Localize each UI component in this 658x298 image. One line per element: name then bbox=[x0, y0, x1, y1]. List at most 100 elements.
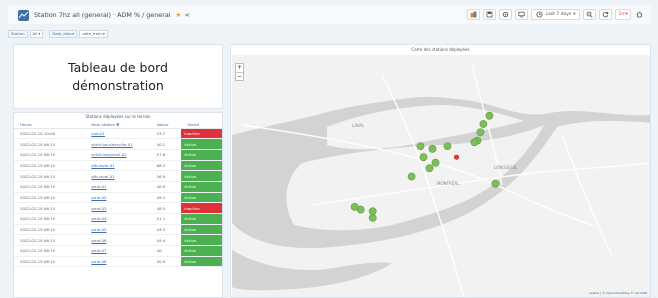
cell-station-link[interactable]: pmb-02 bbox=[85, 192, 151, 204]
cell-time: 2022-02-19 06:15 bbox=[14, 202, 86, 214]
map-canvas[interactable]: LAVAL MONTRÉAL LONGUEUIL bbox=[232, 55, 651, 298]
star-icon[interactable]: ★ bbox=[176, 12, 182, 19]
cell-time: 2022-02-19 06:15 bbox=[14, 245, 86, 257]
cell-value: 40.1 bbox=[150, 138, 182, 150]
cell-station-link[interactable]: pfb-laval-01 bbox=[85, 160, 151, 172]
column-header-station[interactable]: Nom station ▼ bbox=[85, 121, 151, 129]
table-row: 2022-02-19 06:15 sirb9-longueuil-01 57.6 Ac… bbox=[14, 149, 222, 161]
stations-table-panel: Stations déployées sur le terrain Heure … bbox=[13, 112, 223, 298]
cell-station-link[interactable]: pfb-laval-01 bbox=[85, 170, 151, 182]
station-marker-active[interactable] bbox=[419, 153, 428, 162]
cell-station-link[interactable]: sirb9-boucherville-01 bbox=[85, 138, 151, 150]
station-marker-active[interactable] bbox=[407, 172, 416, 181]
station-marker-active[interactable] bbox=[476, 128, 485, 137]
cell-value: 53.7 bbox=[150, 128, 182, 140]
station-marker-active[interactable] bbox=[470, 138, 479, 147]
station-marker-active[interactable] bbox=[368, 213, 377, 222]
zoom-in-button[interactable]: + bbox=[236, 64, 243, 72]
time-range-label: Last 7 days bbox=[545, 12, 572, 17]
cell-status: Active bbox=[181, 245, 222, 257]
dashboard-header: Station 7hz all (general) · ADM % / gene… bbox=[8, 6, 651, 24]
zoom-out-button[interactable]: − bbox=[236, 72, 243, 80]
cell-value: 49.4 bbox=[150, 234, 182, 247]
variable-select-date[interactable]: date_from ▾ bbox=[79, 29, 108, 38]
cell-station-link[interactable]: pmb-08 bbox=[85, 256, 151, 268]
panel-title[interactable]: Carte des stations déployées bbox=[231, 47, 650, 52]
cell-status: Active bbox=[181, 160, 222, 172]
cell-station-link[interactable]: pmb-06 bbox=[85, 234, 151, 247]
refresh-interval-picker[interactable]: 1m ▾ bbox=[615, 9, 631, 20]
stations-table: Heure Nom station ▼ Valeur Statut 2022-0… bbox=[14, 121, 222, 268]
station-marker-active[interactable] bbox=[443, 142, 452, 150]
refresh-button[interactable] bbox=[599, 9, 613, 20]
cell-station-link[interactable]: pmb-07 bbox=[85, 245, 151, 257]
station-marker-active[interactable] bbox=[479, 120, 488, 128]
dashboard-title[interactable]: Station 7hz all (general) · ADM % / gene… bbox=[34, 11, 171, 19]
station-marker-active[interactable] bbox=[431, 158, 440, 167]
cell-status: Active bbox=[181, 170, 222, 182]
station-marker-active[interactable] bbox=[416, 142, 425, 150]
cell-value: 66.2 bbox=[150, 160, 182, 172]
table-row: 2022-02-19 06:15 sirb9-boucherville-01 40.… bbox=[14, 138, 222, 150]
chevron-down-icon: ▾ bbox=[625, 12, 628, 17]
station-marker-active[interactable] bbox=[428, 145, 437, 153]
table-row: 2022-02-19 06:15 pmb-08 50.9 Active bbox=[14, 256, 222, 268]
cell-station-link[interactable]: pxb-01 bbox=[85, 128, 151, 140]
cell-time: 2022-02-19 06:15 bbox=[14, 192, 86, 204]
cell-time: 2022-02-19 06:15 bbox=[14, 213, 86, 225]
clock-icon bbox=[536, 11, 543, 18]
column-header-value[interactable]: Valeur bbox=[150, 121, 182, 129]
cell-value: 40 bbox=[150, 245, 182, 257]
tv-mode-button[interactable] bbox=[515, 9, 529, 20]
table-row: 2022-02-19 06:15 pmb-05 44.5 Active bbox=[14, 224, 222, 236]
cell-status: Active bbox=[181, 224, 222, 236]
table-row: 2022-02-19 06:15 pmb-07 40 Active bbox=[14, 245, 222, 257]
station-marker-active[interactable] bbox=[485, 111, 494, 120]
cell-value: 56.9 bbox=[150, 170, 182, 182]
cell-station-link[interactable]: pmb-01 bbox=[85, 181, 151, 193]
cell-station-link[interactable]: pmb-04 bbox=[85, 213, 151, 225]
station-marker-active[interactable] bbox=[425, 164, 434, 173]
zoom-out-icon bbox=[587, 11, 594, 18]
cell-status: Inactive bbox=[181, 128, 222, 140]
settings-button[interactable] bbox=[499, 9, 513, 20]
cell-status: Active bbox=[181, 192, 222, 204]
add-panel-icon bbox=[470, 11, 477, 18]
cell-station-link[interactable]: pmb-03 bbox=[85, 202, 151, 214]
map-attribution[interactable]: Leaflet | © OpenStreetMap © CartoDB bbox=[589, 291, 647, 295]
table-header-row: Heure Nom station ▼ Valeur Statut bbox=[14, 121, 222, 129]
cell-time: 2022-02-19 06:15 bbox=[14, 234, 86, 247]
home-button[interactable] bbox=[634, 9, 645, 20]
panel-title[interactable]: Stations déployées sur le terrain bbox=[14, 113, 222, 121]
cell-status: Active bbox=[181, 149, 222, 161]
cell-station-link[interactable]: sirb9-longueuil-01 bbox=[85, 149, 151, 161]
place-label-montreal: MONTRÉAL bbox=[437, 181, 460, 186]
table-row: 2022-02-19 06:15 pmb-04 51.1 Active bbox=[14, 213, 222, 225]
station-marker-active[interactable] bbox=[368, 207, 377, 216]
table-row: 2022-02-19 06:15 pmb-06 49.4 Active bbox=[14, 234, 222, 247]
chevron-down-icon: ▾ bbox=[573, 12, 576, 17]
add-panel-button[interactable] bbox=[467, 9, 481, 20]
station-marker-active[interactable] bbox=[356, 205, 365, 214]
time-picker[interactable]: Last 7 days ▾ bbox=[531, 9, 581, 20]
variable-select-station[interactable]: All ▾ bbox=[29, 29, 44, 38]
refresh-icon bbox=[603, 11, 609, 18]
station-marker-inactive[interactable] bbox=[454, 154, 460, 160]
table-row: 2022-02-19 06:15 pmb-03 48.5 Inactive bbox=[14, 202, 222, 214]
cell-status: Active bbox=[181, 234, 222, 247]
station-marker-active[interactable] bbox=[491, 179, 500, 188]
column-header-time[interactable]: Heure bbox=[14, 121, 86, 129]
cell-station-link[interactable]: pmb-05 bbox=[85, 224, 151, 236]
cell-value: 51.1 bbox=[150, 213, 182, 225]
variable-value: All bbox=[32, 31, 38, 36]
zoom-out-time-button[interactable] bbox=[583, 9, 597, 20]
column-header-status[interactable]: Statut bbox=[181, 121, 222, 129]
variable-label-station: Station bbox=[8, 29, 28, 38]
home-icon bbox=[636, 11, 643, 18]
variable-label-date: Date_debut bbox=[49, 29, 78, 38]
share-icon[interactable]: ⋖ bbox=[185, 12, 191, 19]
table-row: 2022-02-10 10:00 pxb-01 53.7 Inactive bbox=[14, 128, 222, 140]
grafana-logo-icon[interactable] bbox=[18, 9, 29, 21]
zoom-control: + − bbox=[235, 63, 244, 81]
save-button[interactable] bbox=[483, 9, 497, 20]
